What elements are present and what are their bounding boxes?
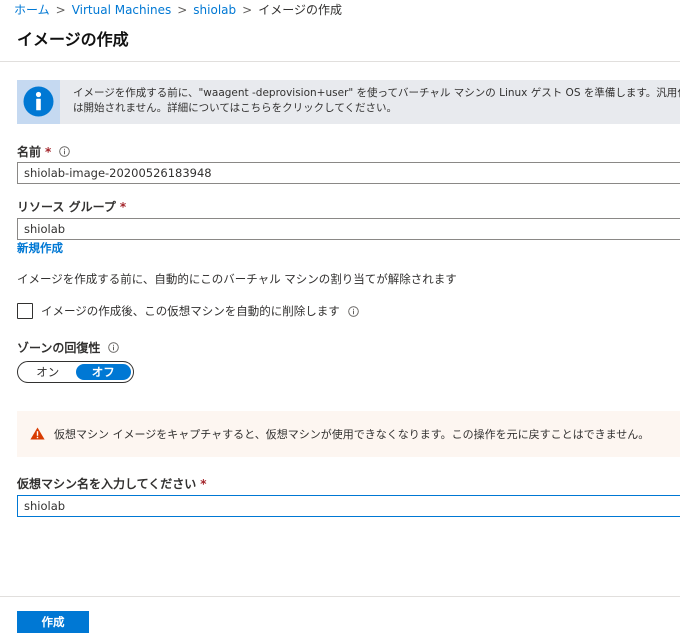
breadcrumb-virtual-machines[interactable]: Virtual Machines xyxy=(72,3,172,17)
required-mark: * xyxy=(119,199,127,214)
auto-delete-row: イメージの作成後、この仮想マシンを自動的に削除します xyxy=(17,303,359,319)
toggle-option-off[interactable]: オフ xyxy=(75,364,131,380)
info-icon xyxy=(23,86,54,117)
zone-resiliency-toggle[interactable]: オン オフ xyxy=(17,361,134,383)
breadcrumb-vm-name[interactable]: shiolab xyxy=(193,3,236,17)
info-icon-box xyxy=(17,80,60,124)
breadcrumb-home[interactable]: ホーム xyxy=(14,3,50,17)
create-button[interactable]: 作成 xyxy=(17,611,89,633)
info-circle-icon[interactable] xyxy=(59,146,71,157)
required-mark: * xyxy=(45,144,52,159)
resource-group-select[interactable]: shiolab xyxy=(17,218,680,240)
info-banner[interactable]: イメージを作成する前に、"waagent -deprovision+user" … xyxy=(17,80,680,124)
breadcrumb-current: イメージの作成 xyxy=(258,3,342,17)
info-banner-line: イメージを作成する前に、"waagent -deprovision+user" … xyxy=(73,87,680,99)
zone-resiliency-label-text: ゾーンの回復性 xyxy=(17,341,101,355)
footer-divider xyxy=(0,596,680,597)
vm-name-confirm-label-text: 仮想マシン名を入力してください xyxy=(17,477,197,491)
warning-banner: 仮想マシン イメージをキャプチャすると、仮想マシンが使用できなくなります。この操… xyxy=(17,411,680,457)
info-banner-text: イメージを作成する前に、"waagent -deprovision+user" … xyxy=(73,86,680,116)
zone-resiliency-label: ゾーンの回復性 xyxy=(17,339,120,356)
info-banner-line: は開始されません。詳細についてはこちらをクリックしてください。 xyxy=(73,102,398,114)
deallocation-note: イメージを作成する前に、自動的にこのバーチャル マシンの割り当てが解除されます xyxy=(17,272,457,286)
auto-delete-checkbox[interactable] xyxy=(17,303,33,319)
name-label-text: 名前 xyxy=(17,145,42,159)
vm-name-confirm-input[interactable]: shiolab xyxy=(17,495,680,517)
page-title: イメージの作成 xyxy=(17,30,129,49)
header-divider xyxy=(0,61,680,62)
name-input[interactable]: shiolab-image-20200526183948 xyxy=(17,162,680,184)
vm-name-confirm-label: 仮想マシン名を入力してください * xyxy=(17,475,207,492)
auto-delete-label[interactable]: イメージの作成後、この仮想マシンを自動的に削除します xyxy=(41,303,340,319)
toggle-option-on[interactable]: オン xyxy=(20,364,76,380)
resource-group-label: リソース グループ * xyxy=(17,198,126,215)
name-label: 名前 * xyxy=(17,143,71,160)
create-new-link[interactable]: 新規作成 xyxy=(17,240,63,256)
warning-icon xyxy=(30,427,45,440)
resource-group-label-text: リソース グループ xyxy=(17,200,116,214)
breadcrumb-separator: > xyxy=(177,3,188,17)
breadcrumb: ホーム > Virtual Machines > shiolab > イメージの作成 xyxy=(14,2,342,18)
required-mark: * xyxy=(200,476,207,491)
info-circle-icon[interactable] xyxy=(108,342,120,353)
info-circle-icon[interactable] xyxy=(348,305,359,317)
breadcrumb-separator: > xyxy=(55,3,66,17)
warning-banner-text: 仮想マシン イメージをキャプチャすると、仮想マシンが使用できなくなります。この操… xyxy=(54,428,650,441)
breadcrumb-separator: > xyxy=(242,3,253,17)
